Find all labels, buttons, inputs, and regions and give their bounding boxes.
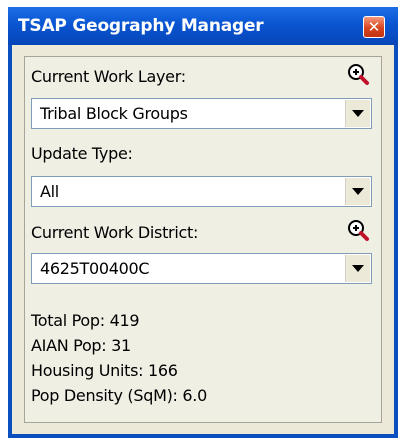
- magnifier-zoom-icon: [348, 220, 369, 241]
- close-icon: ✕: [367, 18, 381, 36]
- work-district-dropdown-button[interactable]: [345, 255, 370, 282]
- pop-density-text: Pop Density (SqM): 6.0: [31, 386, 207, 405]
- close-button[interactable]: ✕: [363, 16, 385, 38]
- work-layer-dropdown-button[interactable]: [345, 100, 370, 127]
- update-type-dropdown[interactable]: All: [31, 176, 372, 207]
- geography-panel: Current Work Layer: Tribal Block Groups: [24, 56, 382, 423]
- work-layer-label: Current Work Layer:: [31, 67, 186, 86]
- work-layer-value: Tribal Block Groups: [40, 104, 188, 123]
- update-type-dropdown-button[interactable]: [345, 178, 370, 205]
- work-district-value: 4625T00400C: [40, 259, 150, 278]
- update-type-value: All: [40, 182, 59, 201]
- zoom-work-district-button[interactable]: [345, 217, 373, 245]
- zoom-work-layer-button[interactable]: [345, 61, 373, 89]
- title-bar[interactable]: TSAP Geography Manager ✕: [8, 7, 398, 45]
- housing-units-text: Housing Units: 166: [31, 361, 178, 380]
- window-title: TSAP Geography Manager: [18, 16, 264, 36]
- magnifier-zoom-icon: [348, 64, 369, 85]
- geography-manager-window: TSAP Geography Manager ✕ Current Work La…: [8, 7, 398, 438]
- aian-pop-text: AIAN Pop: 31: [31, 336, 131, 355]
- work-district-dropdown[interactable]: 4625T00400C: [31, 253, 372, 284]
- chevron-down-icon: [352, 188, 364, 195]
- work-district-label: Current Work District:: [31, 223, 199, 242]
- chevron-down-icon: [352, 265, 364, 272]
- update-type-label: Update Type:: [31, 144, 133, 163]
- work-layer-dropdown[interactable]: Tribal Block Groups: [31, 98, 372, 129]
- window-client-area: Current Work Layer: Tribal Block Groups: [12, 45, 394, 434]
- total-pop-text: Total Pop: 419: [31, 311, 140, 330]
- chevron-down-icon: [352, 110, 364, 117]
